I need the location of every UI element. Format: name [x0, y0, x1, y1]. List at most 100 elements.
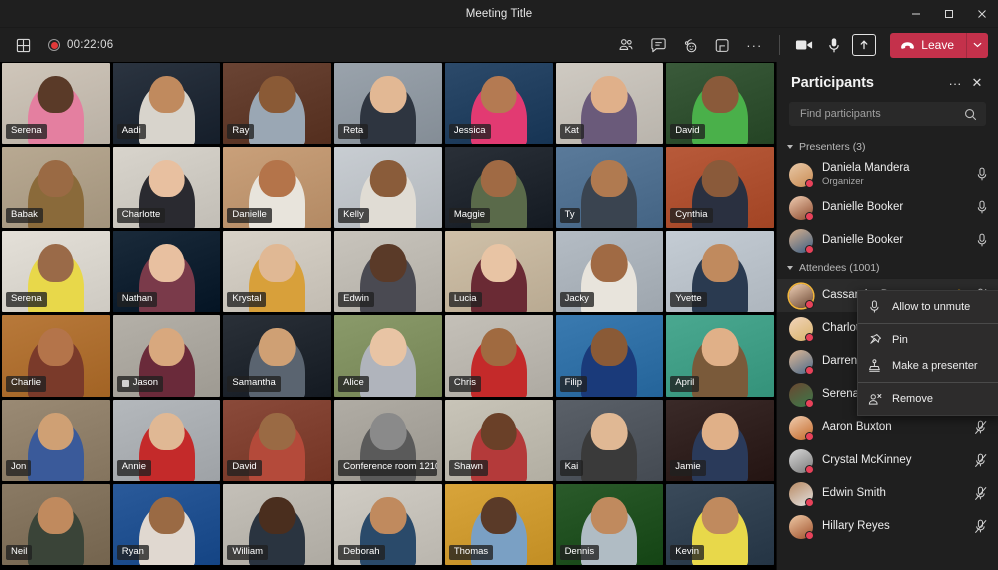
participant-row[interactable]: Danielle Booker	[777, 224, 998, 257]
panel-close-icon[interactable]: ✕	[966, 72, 988, 94]
search-box[interactable]	[789, 102, 986, 126]
tile-name-label: Kelly	[338, 207, 369, 224]
video-tile[interactable]: Charlie	[2, 315, 110, 397]
video-tile[interactable]: Shawn	[444, 399, 553, 481]
leave-button[interactable]: Leave	[890, 32, 966, 58]
camera-icon[interactable]	[792, 34, 816, 56]
video-tile[interactable]: Serena	[2, 231, 110, 313]
tile-name-text: Reta	[343, 124, 364, 136]
video-tile[interactable]: Kelly	[334, 147, 442, 229]
more-options-icon[interactable]: ···	[741, 32, 767, 58]
mic-on-icon[interactable]	[976, 167, 988, 182]
reactions-icon[interactable]	[677, 32, 703, 58]
share-screen-icon[interactable]	[852, 34, 877, 56]
close-button[interactable]	[965, 0, 998, 28]
video-tile[interactable]: Annie	[112, 399, 221, 481]
maximize-button[interactable]	[932, 0, 965, 28]
tile-person-head	[258, 328, 296, 366]
video-tile[interactable]: Charlotte	[112, 147, 221, 229]
search-input[interactable]	[800, 108, 964, 120]
video-tile[interactable]: Filip	[555, 315, 664, 397]
participant-row[interactable]: Daniela Mandera Organizer	[777, 158, 998, 191]
menu-item-allow-to-unmute[interactable]: Allow to unmute	[858, 294, 998, 320]
tile-name-text: Edwin	[343, 293, 370, 305]
mic-on-icon[interactable]	[976, 233, 988, 248]
tile-name-text: April	[675, 377, 695, 389]
video-tile[interactable]: Cynthia	[666, 147, 774, 229]
grid-view-icon[interactable]	[10, 32, 36, 58]
group-attendees[interactable]: Attendees (1001)	[777, 257, 998, 279]
video-tile[interactable]: Jamie	[666, 399, 774, 481]
video-tile[interactable]: Nathan	[112, 231, 221, 313]
people-icon[interactable]	[613, 32, 639, 58]
tile-name-label: Edwin	[338, 292, 375, 308]
mic-muted-icon[interactable]	[974, 420, 988, 435]
video-tile[interactable]: Deborah	[334, 483, 442, 565]
video-tile[interactable]: Neil	[2, 483, 110, 565]
panel-more-icon[interactable]: ···	[944, 72, 966, 94]
video-tile[interactable]: William	[223, 483, 332, 565]
participant-info: Hillary Reyes	[822, 520, 974, 533]
leave-dropdown-icon[interactable]	[966, 32, 988, 58]
video-tile[interactable]: Ty	[555, 147, 664, 229]
menu-item-make-a-presenter[interactable]: Make a presenter	[858, 353, 998, 379]
participant-row[interactable]: Danielle Booker	[777, 191, 998, 224]
participant-row[interactable]: Crystal McKinney	[777, 444, 998, 477]
tile-person-head	[369, 244, 407, 282]
video-tile[interactable]: Danielle	[223, 147, 332, 229]
video-tile[interactable]: Kat	[555, 63, 664, 145]
menu-item-pin[interactable]: Pin	[858, 327, 998, 353]
breakout-rooms-icon[interactable]	[709, 32, 735, 58]
video-tile[interactable]: Jessica	[444, 63, 553, 145]
video-tile[interactable]: David	[666, 63, 774, 145]
video-tile[interactable]: Samantha	[223, 315, 332, 397]
video-tile[interactable]: Jason	[112, 315, 221, 397]
video-tile[interactable]: Maggie	[444, 147, 553, 229]
participant-name: Crystal McKinney	[822, 453, 912, 466]
search-icon[interactable]	[964, 108, 977, 121]
participant-row[interactable]: Hillary Reyes	[777, 510, 998, 543]
video-tile[interactable]: Alice	[334, 315, 442, 397]
tile-name-text: Aadi	[121, 124, 141, 136]
video-tile[interactable]: Edwin	[334, 231, 442, 313]
mic-on-icon[interactable]	[976, 200, 988, 215]
video-tile[interactable]: Conference room 12104	[334, 399, 442, 481]
tile-name-text: Chris	[453, 377, 477, 389]
tile-name-label: Lucia	[448, 292, 482, 308]
teams-meeting-window: Meeting Title 00:22:06 ··· Leave Serena …	[0, 0, 998, 570]
video-tile[interactable]: April	[666, 315, 774, 397]
video-tile[interactable]: Dennis	[555, 483, 664, 565]
video-tile[interactable]: Ryan	[112, 483, 221, 565]
video-tile[interactable]: Thomas	[444, 483, 553, 565]
group-presenters[interactable]: Presenters (3)	[777, 136, 998, 158]
video-tile[interactable]: Serena	[2, 63, 110, 145]
video-tile[interactable]: Kai	[555, 399, 664, 481]
video-tile[interactable]: Lucia	[444, 231, 553, 313]
participant-name: Aaron Buxton	[822, 420, 892, 433]
toolbar-divider	[779, 35, 781, 55]
video-tile[interactable]: Chris	[444, 315, 553, 397]
video-tile[interactable]: Kevin	[666, 483, 774, 565]
video-tile[interactable]: Krystal	[223, 231, 332, 313]
video-tile[interactable]: Jon	[2, 399, 110, 481]
tile-person-head	[148, 328, 185, 366]
participant-row[interactable]: Edwin Smith	[777, 477, 998, 510]
video-tile[interactable]: Jacky	[555, 231, 664, 313]
microphone-icon[interactable]	[822, 34, 846, 56]
chat-icon[interactable]	[645, 32, 671, 58]
video-tile[interactable]: Reta	[334, 63, 442, 145]
menu-item-label: Pin	[892, 334, 908, 346]
mic-muted-icon[interactable]	[974, 519, 988, 534]
mic-muted-icon[interactable]	[974, 453, 988, 468]
video-tile[interactable]: David	[223, 399, 332, 481]
menu-item-remove[interactable]: Remove	[858, 386, 998, 412]
video-tile[interactable]: Babak	[2, 147, 110, 229]
tile-name-text: Annie	[121, 461, 147, 473]
mic-muted-icon[interactable]	[974, 486, 988, 501]
video-tile[interactable]: Ray	[223, 63, 332, 145]
video-tile[interactable]: Yvette	[666, 231, 774, 313]
tile-name-text: Lucia	[453, 293, 477, 305]
minimize-button[interactable]	[899, 0, 932, 28]
video-tile[interactable]: Aadi	[112, 63, 221, 145]
participant-info: Edwin Smith	[822, 487, 974, 500]
